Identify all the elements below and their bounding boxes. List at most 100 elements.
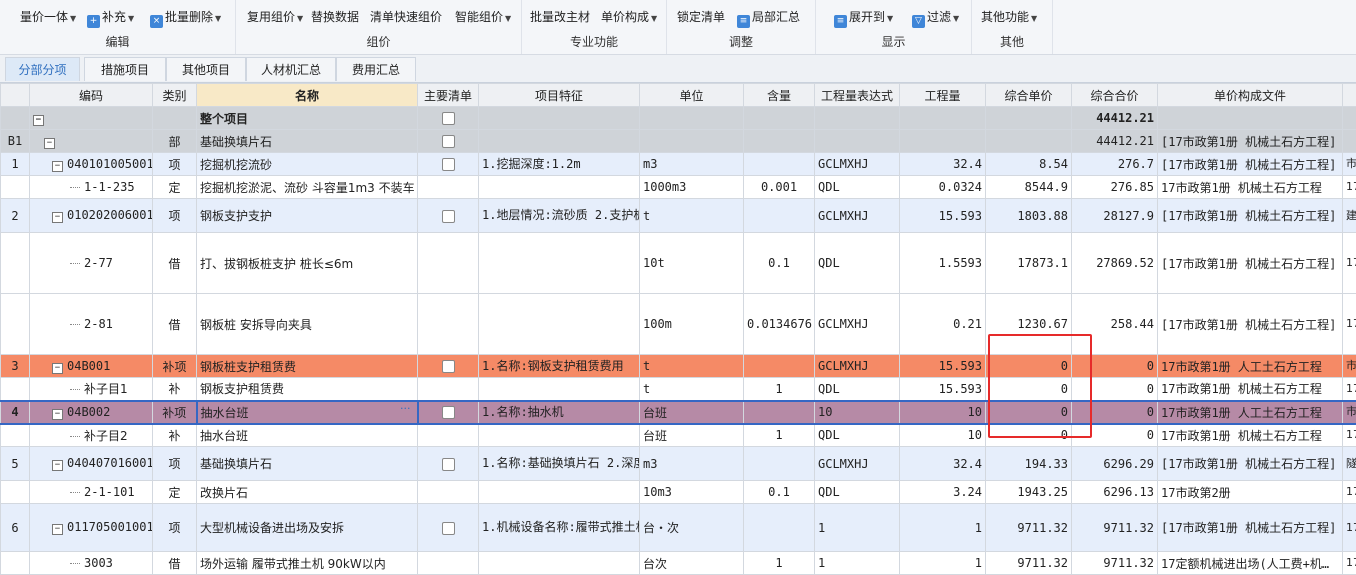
price-file-cell[interactable] [1158,107,1343,130]
table-row[interactable]: 2−010202006001项钢板支护支护1.地层情况:流砂质 2.支护桩长:6… [1,199,1356,233]
amount-cell[interactable]: 0.0324 [900,176,986,199]
ribbon-button-1-0[interactable]: 复用组价▼ [247,9,303,25]
name-cell[interactable]: 钢板支护租赁费 [197,378,418,401]
feature-cell[interactable] [479,481,640,504]
name-cell[interactable]: 抽水台班··· [197,401,418,424]
code-cell[interactable]: 1-1-235 [30,176,153,199]
unit-cell[interactable]: m3 [640,153,744,176]
name-cell[interactable]: 基础换填片石 [197,130,418,153]
main-list-checkbox[interactable] [442,458,455,471]
column-header-9[interactable]: 综合单价 [986,84,1072,107]
code-cell[interactable]: −04B001 [30,355,153,378]
name-cell[interactable]: 钢板桩 安拆导向夹具 [197,294,418,355]
name-cell[interactable]: 挖掘机挖流砂 [197,153,418,176]
table-row[interactable]: 6−011705001001项大型机械设备进出场及安拆1.机械设备名称:履带式推… [1,504,1356,552]
feature-cell[interactable] [479,552,640,575]
table-row[interactable]: 5−040407016001项基础换填片石1.名称:基础换填片石 2.深度:1.… [1,447,1356,481]
quantity-cell[interactable] [744,504,815,552]
main-list-checkbox[interactable] [442,158,455,171]
code-cell[interactable]: − [30,107,153,130]
column-header-7[interactable]: 工程量表达式 [815,84,900,107]
code-cell[interactable]: 3003 [30,552,153,575]
unit-cell[interactable]: 台班 [640,424,744,447]
code-cell[interactable]: −040101005001 [30,153,153,176]
main-list-cell[interactable] [418,130,479,153]
expression-cell[interactable] [815,107,900,130]
main-list-cell[interactable] [418,401,479,424]
unit-cell[interactable]: t [640,355,744,378]
expression-cell[interactable]: GCLMXHJ [815,153,900,176]
name-cell[interactable]: 改换片石 [197,481,418,504]
feature-cell[interactable] [479,130,640,153]
unit-price-cell[interactable]: 9711.32 [986,552,1072,575]
main-list-cell[interactable] [418,107,479,130]
ribbon-button-5-0[interactable]: 其他功能▼ [981,9,1037,25]
unit-cell[interactable]: t [640,378,744,401]
name-cell[interactable]: 整个项目 [197,107,418,130]
quantity-cell[interactable]: 1 [744,424,815,447]
expression-cell[interactable]: QDL [815,424,900,447]
price-file-cell[interactable]: 17市政第1册 机械土石方工程 [1158,378,1343,401]
amount-cell[interactable]: 1 [900,552,986,575]
name-cell[interactable]: 钢板支护支护 [197,199,418,233]
unit-price-cell[interactable]: 0 [986,401,1072,424]
unit-price-cell[interactable] [986,107,1072,130]
table-row[interactable]: 1-1-235定挖掘机挖淤泥、流砂 斗容量1m3 不装车1000m30.001Q… [1,176,1356,199]
expression-cell[interactable]: GCLMXHJ [815,447,900,481]
price-file-cell[interactable]: 17市政第1册 人工土石方工程 [1158,401,1343,424]
price-file-cell[interactable]: 17市政第1册 机械土石方工程 [1158,424,1343,447]
name-cell[interactable]: 挖掘机挖淤泥、流砂 斗容量1m3 不装车 [197,176,418,199]
unit-price-cell[interactable]: 9711.32 [986,504,1072,552]
tab-0[interactable]: 分部分项 [5,57,80,81]
main-list-cell[interactable] [418,176,479,199]
feature-cell[interactable] [479,176,640,199]
collapse-icon[interactable]: − [52,409,63,420]
name-cell[interactable]: 打、拔钢板桩支护 桩长≤6m [197,233,418,294]
price-file-cell[interactable]: 17市政第1册 机械土石方工程 [1158,176,1343,199]
column-header-11[interactable]: 单价构成文件 [1158,84,1343,107]
expression-cell[interactable]: 10 [815,401,900,424]
expression-cell[interactable]: GCLMXHJ [815,355,900,378]
code-cell[interactable]: 2-1-101 [30,481,153,504]
quantity-cell[interactable]: 0.001 [744,176,815,199]
code-cell[interactable]: −04B002 [30,401,153,424]
unit-price-cell[interactable]: 8544.9 [986,176,1072,199]
unit-cell[interactable]: 台次 [640,552,744,575]
amount-cell[interactable]: 1 [900,504,986,552]
expression-cell[interactable]: QDL [815,378,900,401]
feature-cell[interactable] [479,107,640,130]
feature-cell[interactable] [479,378,640,401]
expression-cell[interactable]: GCLMXHJ [815,294,900,355]
unit-price-cell[interactable]: 0 [986,424,1072,447]
main-list-checkbox[interactable] [442,135,455,148]
price-file-cell[interactable]: [17市政第1册 机械土石方工程] [1158,504,1343,552]
main-list-cell[interactable] [418,552,479,575]
unit-price-cell[interactable]: 1230.67 [986,294,1072,355]
main-list-cell[interactable] [418,294,479,355]
main-list-cell[interactable] [418,504,479,552]
unit-cell[interactable]: 10m3 [640,481,744,504]
amount-cell[interactable]: 15.593 [900,199,986,233]
unit-price-cell[interactable]: 8.54 [986,153,1072,176]
expression-cell[interactable]: QDL [815,176,900,199]
ribbon-button-4-0[interactable]: ≡展开到▼ [834,9,893,25]
quantity-cell[interactable]: 0.1 [744,481,815,504]
tab-4[interactable]: 费用汇总 [336,57,416,81]
name-cell[interactable]: 钢板桩支护租赁费 [197,355,418,378]
column-header-8[interactable]: 工程量 [900,84,986,107]
amount-cell[interactable]: 10 [900,401,986,424]
collapse-icon[interactable]: − [52,363,63,374]
main-list-checkbox[interactable] [442,406,455,419]
amount-cell[interactable]: 0.21 [900,294,986,355]
table-row[interactable]: 4−04B002补项抽水台班···1.名称:抽水机台班10100017市政第1册… [1,401,1356,424]
main-list-cell[interactable] [418,424,479,447]
unit-price-cell[interactable]: 1803.88 [986,199,1072,233]
table-row[interactable]: 3−04B001补项钢板桩支护租赁费1.名称:钢板支护租赁费用tGCLMXHJ1… [1,355,1356,378]
quantity-cell[interactable] [744,355,815,378]
code-cell[interactable]: −010202006001 [30,199,153,233]
column-header-6[interactable]: 含量 [744,84,815,107]
unit-cell[interactable]: 台班 [640,401,744,424]
feature-cell[interactable]: 1.机械设备名称:履带式推土机 2.机械设备规格型号:90kw [479,504,640,552]
ribbon-button-2-1[interactable]: 单价构成▼ [601,9,657,25]
code-cell[interactable]: 2-81 [30,294,153,355]
